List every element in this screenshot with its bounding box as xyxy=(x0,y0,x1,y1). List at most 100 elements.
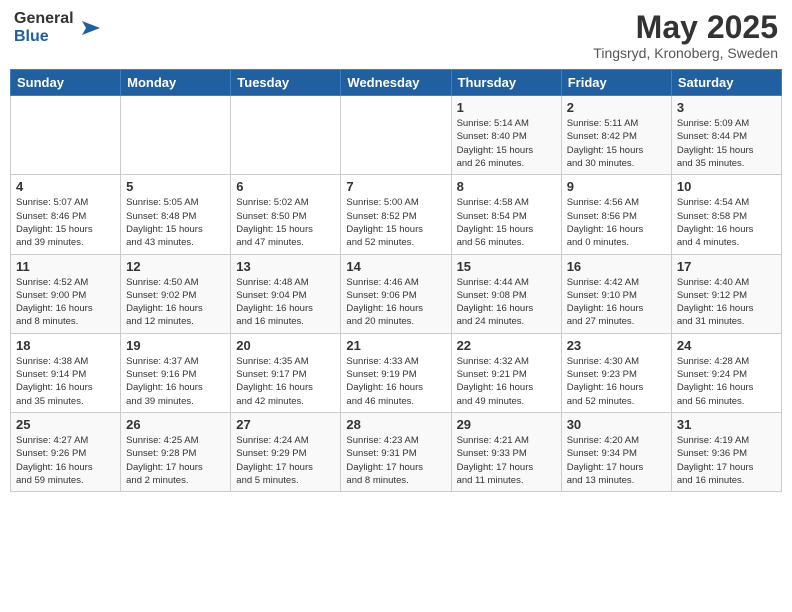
title-block: May 2025 Tingsryd, Kronoberg, Sweden xyxy=(593,10,778,61)
day-info: Sunrise: 4:58 AM Sunset: 8:54 PM Dayligh… xyxy=(457,196,556,249)
day-info: Sunrise: 4:54 AM Sunset: 8:58 PM Dayligh… xyxy=(677,196,776,249)
day-number: 1 xyxy=(457,100,556,115)
day-number: 3 xyxy=(677,100,776,115)
day-cell-2-0: 11 Sunrise: 4:52 AM Sunset: 9:00 PM Dayli… xyxy=(11,254,121,333)
day-info: Sunrise: 4:19 AM Sunset: 9:36 PM Dayligh… xyxy=(677,434,776,487)
week-row-2: 4Sunrise: 5:07 AM Sunset: 8:46 PM Daylig… xyxy=(11,175,782,254)
day-cell-2-6: 17Sunrise: 4:40 AM Sunset: 9:12 PM Dayli… xyxy=(671,254,781,333)
day-cell-4-1: 26 Sunrise: 4:25 AM Sunset: 9:28 PM Dayli… xyxy=(121,412,231,491)
day-cell-1-1: 5Sunrise: 5:05 AM Sunset: 8:48 PM Daylig… xyxy=(121,175,231,254)
day-cell-0-2 xyxy=(231,96,341,175)
day-number: 13 xyxy=(236,259,335,274)
day-cell-4-0: 25 Sunrise: 4:27 AM Sunset: 9:26 PM Dayli… xyxy=(11,412,121,491)
day-cell-3-4: 22 Sunrise: 4:32 AM Sunset: 9:21 PM Dayli… xyxy=(451,333,561,412)
logo-blue: Blue xyxy=(14,28,74,46)
day-cell-4-2: 27 Sunrise: 4:24 AM Sunset: 9:29 PM Dayli… xyxy=(231,412,341,491)
day-info: Sunrise: 4:48 AM Sunset: 9:04 PM Dayligh… xyxy=(236,276,335,329)
day-cell-2-3: 14 Sunrise: 4:46 AM Sunset: 9:06 PM Dayli… xyxy=(341,254,451,333)
calendar-title: May 2025 xyxy=(593,10,778,45)
header-thursday: Thursday xyxy=(451,70,561,96)
day-number: 9 xyxy=(567,179,666,194)
day-number: 2 xyxy=(567,100,666,115)
day-number: 18 xyxy=(16,338,115,353)
day-cell-3-3: 21 Sunrise: 4:33 AM Sunset: 9:19 PM Dayli… xyxy=(341,333,451,412)
day-number: 15 xyxy=(457,259,556,274)
day-number: 11 xyxy=(16,259,115,274)
day-info: Sunrise: 4:30 AM Sunset: 9:23 PM Dayligh… xyxy=(567,355,666,408)
page-header: General Blue May 2025 Tingsryd, Kronober… xyxy=(10,10,782,61)
day-cell-0-3 xyxy=(341,96,451,175)
day-info: Sunrise: 5:11 AM Sunset: 8:42 PM Dayligh… xyxy=(567,117,666,170)
day-cell-0-4: 1 Sunrise: 5:14 AM Sunset: 8:40 PM Daylig… xyxy=(451,96,561,175)
day-cell-1-4: 8 Sunrise: 4:58 AM Sunset: 8:54 PM Daylig… xyxy=(451,175,561,254)
day-info: Sunrise: 4:52 AM Sunset: 9:00 PM Dayligh… xyxy=(16,276,115,329)
week-row-5: 25 Sunrise: 4:27 AM Sunset: 9:26 PM Dayli… xyxy=(11,412,782,491)
day-info: Sunrise: 5:14 AM Sunset: 8:40 PM Dayligh… xyxy=(457,117,556,170)
day-number: 24 xyxy=(677,338,776,353)
day-info: Sunrise: 5:00 AM Sunset: 8:52 PM Dayligh… xyxy=(346,196,445,249)
day-number: 8 xyxy=(457,179,556,194)
day-cell-0-0 xyxy=(11,96,121,175)
day-number: 26 xyxy=(126,417,225,432)
day-cell-4-4: 29 Sunrise: 4:21 AM Sunset: 9:33 PM Dayli… xyxy=(451,412,561,491)
day-number: 7 xyxy=(346,179,445,194)
day-number: 23 xyxy=(567,338,666,353)
day-info: Sunrise: 4:42 AM Sunset: 9:10 PM Dayligh… xyxy=(567,276,666,329)
day-cell-2-5: 16 Sunrise: 4:42 AM Sunset: 9:10 PM Dayli… xyxy=(561,254,671,333)
day-info: Sunrise: 5:09 AM Sunset: 8:44 PM Dayligh… xyxy=(677,117,776,170)
day-cell-3-2: 20Sunrise: 4:35 AM Sunset: 9:17 PM Dayli… xyxy=(231,333,341,412)
weekday-header-row: Sunday Monday Tuesday Wednesday Thursday… xyxy=(11,70,782,96)
day-number: 14 xyxy=(346,259,445,274)
day-cell-1-5: 9 Sunrise: 4:56 AM Sunset: 8:56 PM Daylig… xyxy=(561,175,671,254)
day-number: 6 xyxy=(236,179,335,194)
day-cell-1-2: 6Sunrise: 5:02 AM Sunset: 8:50 PM Daylig… xyxy=(231,175,341,254)
day-number: 12 xyxy=(126,259,225,274)
day-info: Sunrise: 4:32 AM Sunset: 9:21 PM Dayligh… xyxy=(457,355,556,408)
day-info: Sunrise: 4:24 AM Sunset: 9:29 PM Dayligh… xyxy=(236,434,335,487)
header-tuesday: Tuesday xyxy=(231,70,341,96)
day-cell-3-0: 18 Sunrise: 4:38 AM Sunset: 9:14 PM Dayli… xyxy=(11,333,121,412)
day-cell-4-6: 31 Sunrise: 4:19 AM Sunset: 9:36 PM Dayli… xyxy=(671,412,781,491)
day-number: 22 xyxy=(457,338,556,353)
day-info: Sunrise: 4:37 AM Sunset: 9:16 PM Dayligh… xyxy=(126,355,225,408)
day-cell-4-5: 30 Sunrise: 4:20 AM Sunset: 9:34 PM Dayli… xyxy=(561,412,671,491)
calendar-table: Sunday Monday Tuesday Wednesday Thursday… xyxy=(10,69,782,492)
day-number: 30 xyxy=(567,417,666,432)
day-cell-0-6: 3 Sunrise: 5:09 AM Sunset: 8:44 PM Daylig… xyxy=(671,96,781,175)
day-info: Sunrise: 4:33 AM Sunset: 9:19 PM Dayligh… xyxy=(346,355,445,408)
header-monday: Monday xyxy=(121,70,231,96)
day-cell-0-5: 2 Sunrise: 5:11 AM Sunset: 8:42 PM Daylig… xyxy=(561,96,671,175)
header-friday: Friday xyxy=(561,70,671,96)
day-info: Sunrise: 4:21 AM Sunset: 9:33 PM Dayligh… xyxy=(457,434,556,487)
header-wednesday: Wednesday xyxy=(341,70,451,96)
day-info: Sunrise: 4:46 AM Sunset: 9:06 PM Dayligh… xyxy=(346,276,445,329)
day-number: 21 xyxy=(346,338,445,353)
day-cell-2-1: 12 Sunrise: 4:50 AM Sunset: 9:02 PM Dayli… xyxy=(121,254,231,333)
day-info: Sunrise: 4:56 AM Sunset: 8:56 PM Dayligh… xyxy=(567,196,666,249)
day-number: 25 xyxy=(16,417,115,432)
day-number: 31 xyxy=(677,417,776,432)
day-info: Sunrise: 5:07 AM Sunset: 8:46 PM Dayligh… xyxy=(16,196,115,249)
day-cell-0-1 xyxy=(121,96,231,175)
day-info: Sunrise: 4:23 AM Sunset: 9:31 PM Dayligh… xyxy=(346,434,445,487)
day-cell-1-3: 7 Sunrise: 5:00 AM Sunset: 8:52 PM Daylig… xyxy=(341,175,451,254)
day-info: Sunrise: 4:50 AM Sunset: 9:02 PM Dayligh… xyxy=(126,276,225,329)
day-info: Sunrise: 4:27 AM Sunset: 9:26 PM Dayligh… xyxy=(16,434,115,487)
day-number: 29 xyxy=(457,417,556,432)
header-sunday: Sunday xyxy=(11,70,121,96)
logo: General Blue xyxy=(14,10,100,45)
day-cell-3-1: 19Sunrise: 4:37 AM Sunset: 9:16 PM Dayli… xyxy=(121,333,231,412)
day-number: 16 xyxy=(567,259,666,274)
day-cell-3-5: 23 Sunrise: 4:30 AM Sunset: 9:23 PM Dayli… xyxy=(561,333,671,412)
day-cell-1-0: 4Sunrise: 5:07 AM Sunset: 8:46 PM Daylig… xyxy=(11,175,121,254)
day-info: Sunrise: 4:25 AM Sunset: 9:28 PM Dayligh… xyxy=(126,434,225,487)
day-info: Sunrise: 4:20 AM Sunset: 9:34 PM Dayligh… xyxy=(567,434,666,487)
day-number: 27 xyxy=(236,417,335,432)
calendar-subtitle: Tingsryd, Kronoberg, Sweden xyxy=(593,45,778,61)
day-info: Sunrise: 4:35 AM Sunset: 9:17 PM Dayligh… xyxy=(236,355,335,408)
day-number: 10 xyxy=(677,179,776,194)
week-row-4: 18 Sunrise: 4:38 AM Sunset: 9:14 PM Dayli… xyxy=(11,333,782,412)
day-cell-2-4: 15Sunrise: 4:44 AM Sunset: 9:08 PM Dayli… xyxy=(451,254,561,333)
day-info: Sunrise: 4:38 AM Sunset: 9:14 PM Dayligh… xyxy=(16,355,115,408)
day-info: Sunrise: 5:05 AM Sunset: 8:48 PM Dayligh… xyxy=(126,196,225,249)
